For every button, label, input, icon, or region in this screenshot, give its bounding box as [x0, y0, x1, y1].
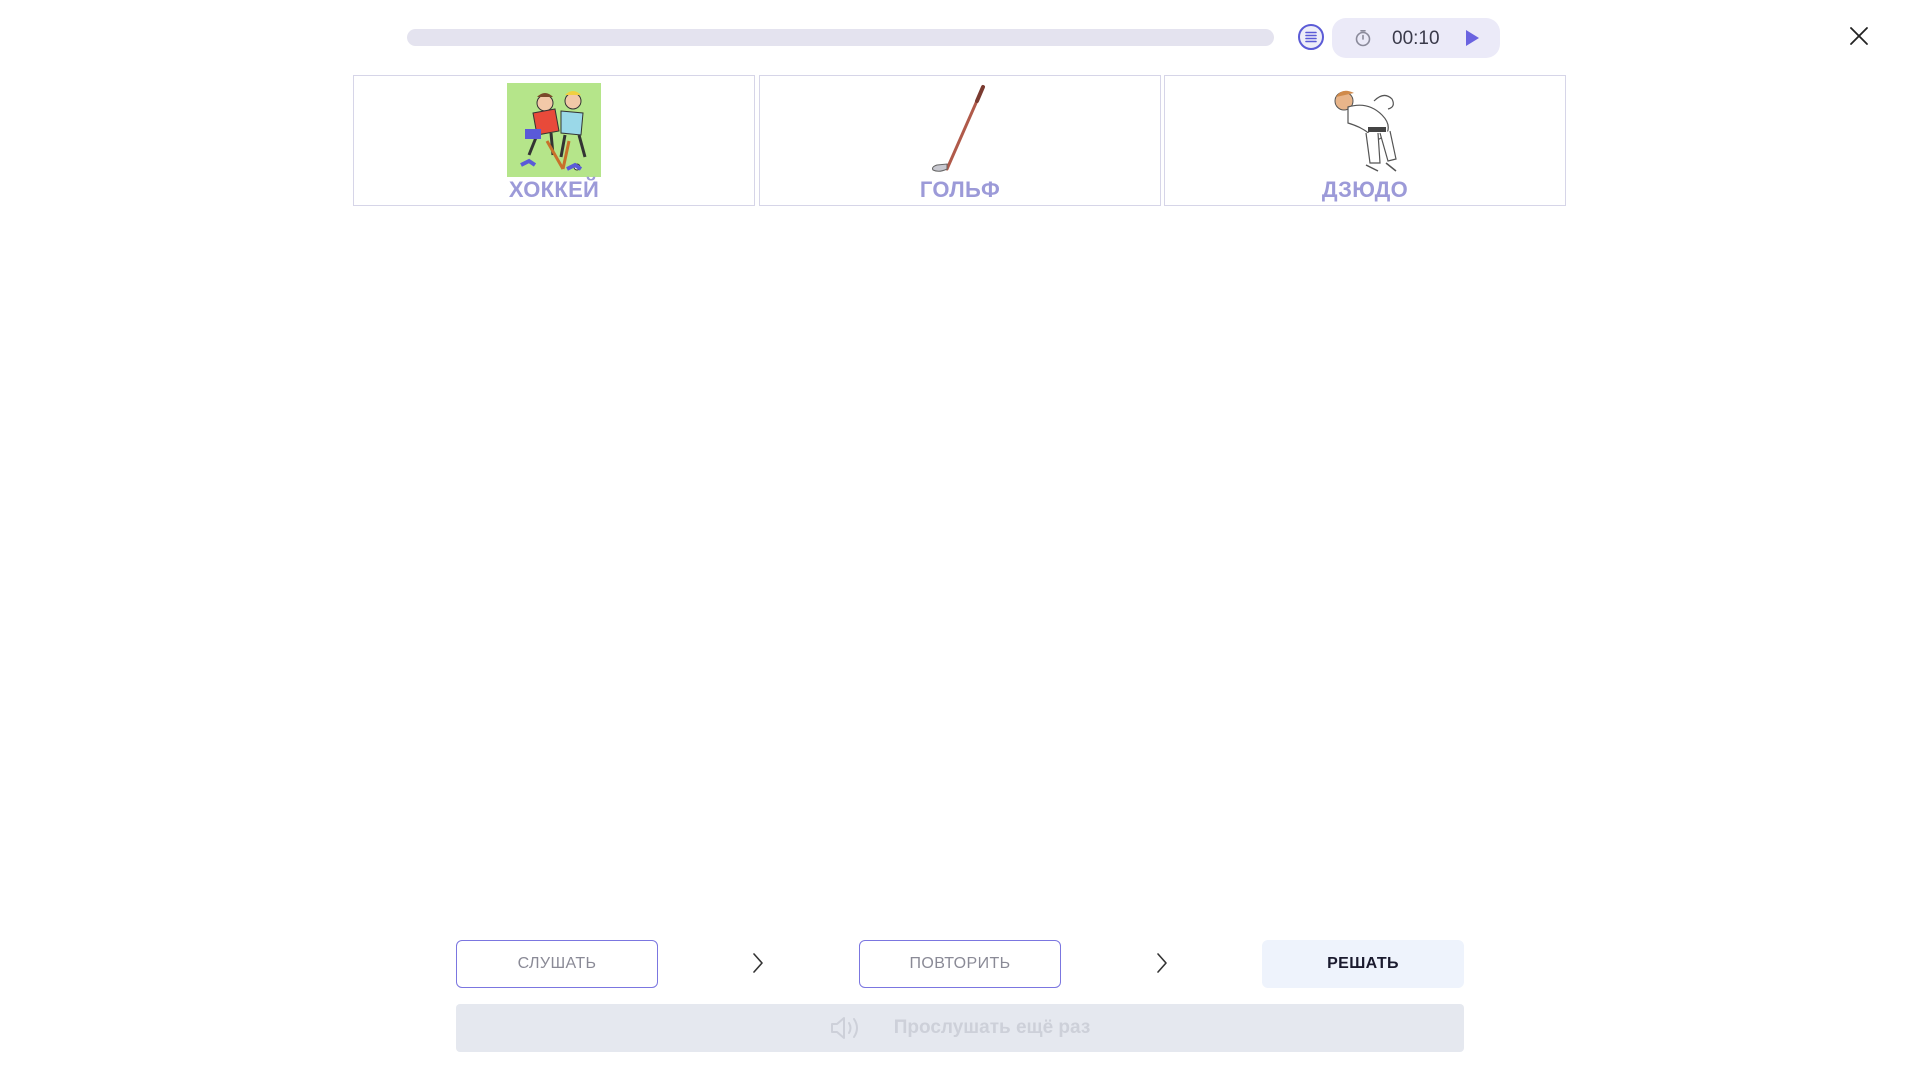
hockey-players-image — [507, 83, 601, 177]
chevron-right-icon — [753, 953, 763, 973]
card-judo[interactable]: ДЗЮДО — [1164, 75, 1566, 206]
card-label: ХОККЕЙ — [508, 177, 600, 202]
solve-button[interactable]: РЕШАТЬ — [1262, 940, 1464, 988]
listen-again-label: Прослушать ещё раз — [893, 1017, 1091, 1038]
list-icon — [1305, 31, 1317, 43]
listen-button[interactable]: СЛУШАТЬ — [456, 940, 658, 988]
stopwatch-icon — [1355, 29, 1371, 47]
chevron-right-icon — [1157, 953, 1167, 973]
card-label: ДЗЮДО — [1321, 177, 1409, 202]
listen-again-button[interactable]: Прослушать ещё раз — [456, 1004, 1464, 1052]
timer-panel: 00:10 — [1332, 18, 1500, 58]
list-button[interactable] — [1298, 24, 1324, 50]
progress-bar — [407, 29, 1274, 46]
judo-fighter-image — [1334, 90, 1397, 172]
card-hockey[interactable]: ХОККЕЙ — [353, 75, 755, 206]
close-icon[interactable] — [1848, 25, 1870, 47]
golf-club-image — [932, 85, 985, 172]
repeat-button[interactable]: ПОВТОРИТЬ — [859, 940, 1061, 988]
speaker-icon — [830, 1017, 858, 1039]
card-label: ГОЛЬФ — [919, 177, 1001, 202]
play-icon[interactable] — [1464, 29, 1480, 47]
timer-text: 00:10 — [1392, 28, 1440, 49]
card-golf[interactable]: ГОЛЬФ — [759, 75, 1161, 206]
